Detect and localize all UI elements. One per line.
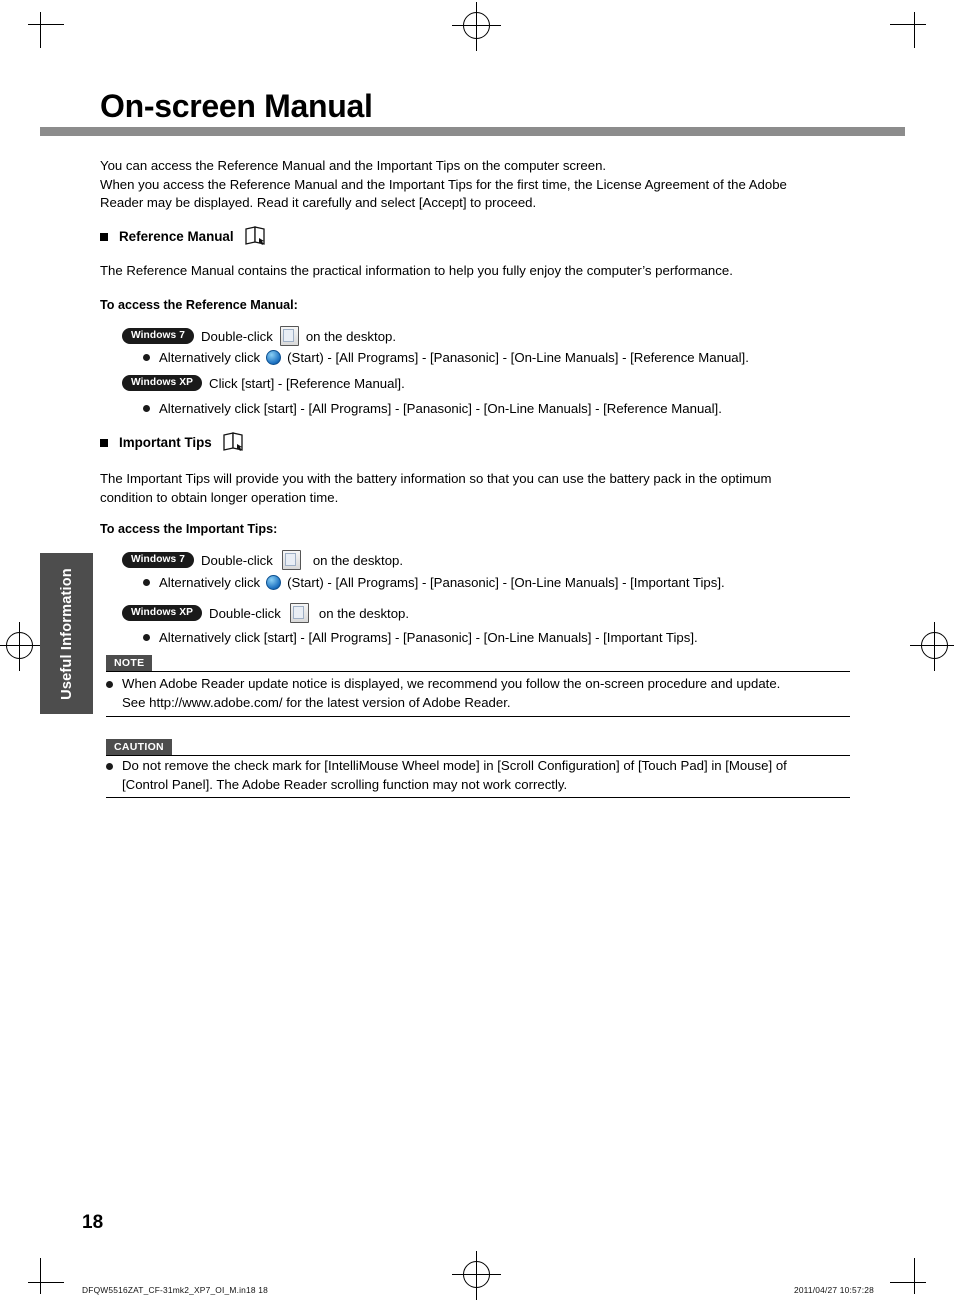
title-divider xyxy=(40,127,914,136)
tips-win7-step: Windows 7 Double-click on the desktop. xyxy=(122,550,403,570)
square-bullet-icon xyxy=(100,438,108,447)
note-text: When Adobe Reader update notice is displ… xyxy=(122,675,780,712)
caution-text: Do not remove the check mark for [Intell… xyxy=(122,757,787,794)
tips-access-heading: To access the Important Tips: xyxy=(100,522,278,536)
square-bullet-icon xyxy=(100,232,108,241)
round-bullet-icon xyxy=(143,634,150,641)
windows-xp-badge: Windows XP xyxy=(122,605,203,621)
caution-line-2: [Control Panel]. The Adobe Reader scroll… xyxy=(122,776,568,792)
note-line-1: When Adobe Reader update notice is displ… xyxy=(122,676,781,691)
reference-win7-step-text: Double-click xyxy=(201,328,273,344)
tips-description: The Important Tips will provide you with… xyxy=(100,470,860,507)
intro-line-3: Reader may be displayed. Read it careful… xyxy=(100,195,537,211)
round-bullet-icon xyxy=(143,579,150,586)
tips-win7-step-text: Double-click xyxy=(201,552,273,568)
round-bullet-icon xyxy=(143,405,150,412)
reference-winxp-step: Windows XP Click [start] - [Reference Ma… xyxy=(122,375,405,391)
intro-line-2: When you access the Reference Manual and… xyxy=(100,176,787,192)
section-tab-label: Useful Information xyxy=(58,567,75,700)
note-bottom-rule xyxy=(106,716,850,717)
reference-description: The Reference Manual contains the practi… xyxy=(100,263,733,278)
page-number: 18 xyxy=(82,1212,104,1233)
note-tag: NOTE xyxy=(106,655,153,672)
tips-winxp-step-text: Double-click xyxy=(209,605,281,621)
note-line-2: See http://www.adobe.com/ for the latest… xyxy=(122,694,511,710)
section-heading-reference-manual: Reference Manual xyxy=(100,226,268,247)
important-tips-desktop-icon-xp xyxy=(289,603,309,623)
section-heading-label: Important Tips xyxy=(119,435,212,450)
tips-win7-alt: Alternatively click (Start) - [All Progr… xyxy=(143,575,725,590)
tips-winxp-step: Windows XP Double-click on the desktop. xyxy=(122,603,409,623)
crop-mark-top-right xyxy=(890,12,926,48)
caution-body: Do not remove the check mark for [Intell… xyxy=(106,757,866,794)
reference-win7-step-tail: on the desktop. xyxy=(305,328,397,344)
caution-top-rule xyxy=(106,755,850,756)
tips-description-line-2: condition to obtain longer operation tim… xyxy=(100,489,339,505)
windows-7-badge: Windows 7 xyxy=(122,552,195,568)
reference-win7-step: Windows 7 Double-click on the desktop. xyxy=(122,326,396,346)
caution-tag: CAUTION xyxy=(106,739,172,756)
tips-book-icon xyxy=(222,432,246,453)
section-heading-important-tips: Important Tips xyxy=(100,432,246,453)
reference-winxp-alt-text: Alternatively click [start] - [All Progr… xyxy=(159,401,722,416)
windows-start-icon xyxy=(266,575,282,590)
intro-paragraph: You can access the Reference Manual and … xyxy=(100,157,860,213)
caution-bottom-rule xyxy=(106,797,850,798)
important-tips-desktop-icon xyxy=(281,550,301,570)
windows-7-badge: Windows 7 xyxy=(122,328,195,344)
tips-description-line-1: The Important Tips will provide you with… xyxy=(100,471,772,486)
registration-cross-right-h xyxy=(910,645,954,646)
note-body: When Adobe Reader update notice is displ… xyxy=(106,675,866,712)
registration-cross-right-v xyxy=(934,622,935,671)
reference-access-heading: To access the Reference Manual: xyxy=(100,298,298,312)
registration-cross-top-v xyxy=(476,2,477,51)
caution-line-1: Do not remove the check mark for [Intell… xyxy=(122,758,787,773)
section-heading-label: Reference Manual xyxy=(119,229,234,244)
reference-manual-desktop-icon xyxy=(279,326,299,346)
crop-mark-bottom-left xyxy=(28,1258,64,1294)
intro-line-1: You can access the Reference Manual and … xyxy=(100,158,607,173)
page-root: { "page": { "title": "On-screen Manual",… xyxy=(0,0,954,1306)
windows-start-icon xyxy=(266,350,282,365)
round-bullet-icon xyxy=(106,763,113,770)
footer-file-reference: DFQW5516ZAT_CF-31mk2_XP7_OI_M.in18 18 xyxy=(82,1285,268,1295)
tips-winxp-alt: Alternatively click [start] - [All Progr… xyxy=(143,630,698,645)
tips-winxp-alt-text: Alternatively click [start] - [All Progr… xyxy=(159,630,698,645)
tips-win7-step-tail: on the desktop. xyxy=(312,552,404,568)
crop-mark-top-left xyxy=(28,12,64,48)
registration-cross-left-v xyxy=(19,622,20,671)
tips-win7-alt-post: (Start) - [All Programs] - [Panasonic] -… xyxy=(287,575,725,590)
tips-winxp-step-tail: on the desktop. xyxy=(318,605,410,621)
reference-win7-alt-post: (Start) - [All Programs] - [Panasonic] -… xyxy=(287,350,749,365)
footer-timestamp: 2011/04/27 10:57:28 xyxy=(793,1285,874,1295)
manual-book-icon xyxy=(244,226,268,247)
tips-win7-alt-pre: Alternatively click xyxy=(159,575,261,590)
windows-xp-badge: Windows XP xyxy=(122,375,203,391)
tips-book-icon-svg xyxy=(223,432,243,451)
page-title: On-screen Manual xyxy=(100,88,373,124)
round-bullet-icon xyxy=(143,354,150,361)
registration-cross-bottom-v xyxy=(476,1251,477,1300)
reference-win7-alt: Alternatively click (Start) - [All Progr… xyxy=(143,350,749,365)
section-tab-useful-information: Useful Information xyxy=(40,553,93,714)
registration-cross-left-h xyxy=(0,645,44,646)
reference-win7-alt-pre: Alternatively click xyxy=(159,350,261,365)
round-bullet-icon xyxy=(106,681,113,688)
reference-winxp-step-text: Click [start] - [Reference Manual]. xyxy=(209,375,405,391)
crop-mark-bottom-right xyxy=(890,1258,926,1294)
manual-book-icon-svg xyxy=(244,226,265,245)
note-top-rule xyxy=(106,671,850,672)
reference-winxp-alt: Alternatively click [start] - [All Progr… xyxy=(143,401,722,416)
